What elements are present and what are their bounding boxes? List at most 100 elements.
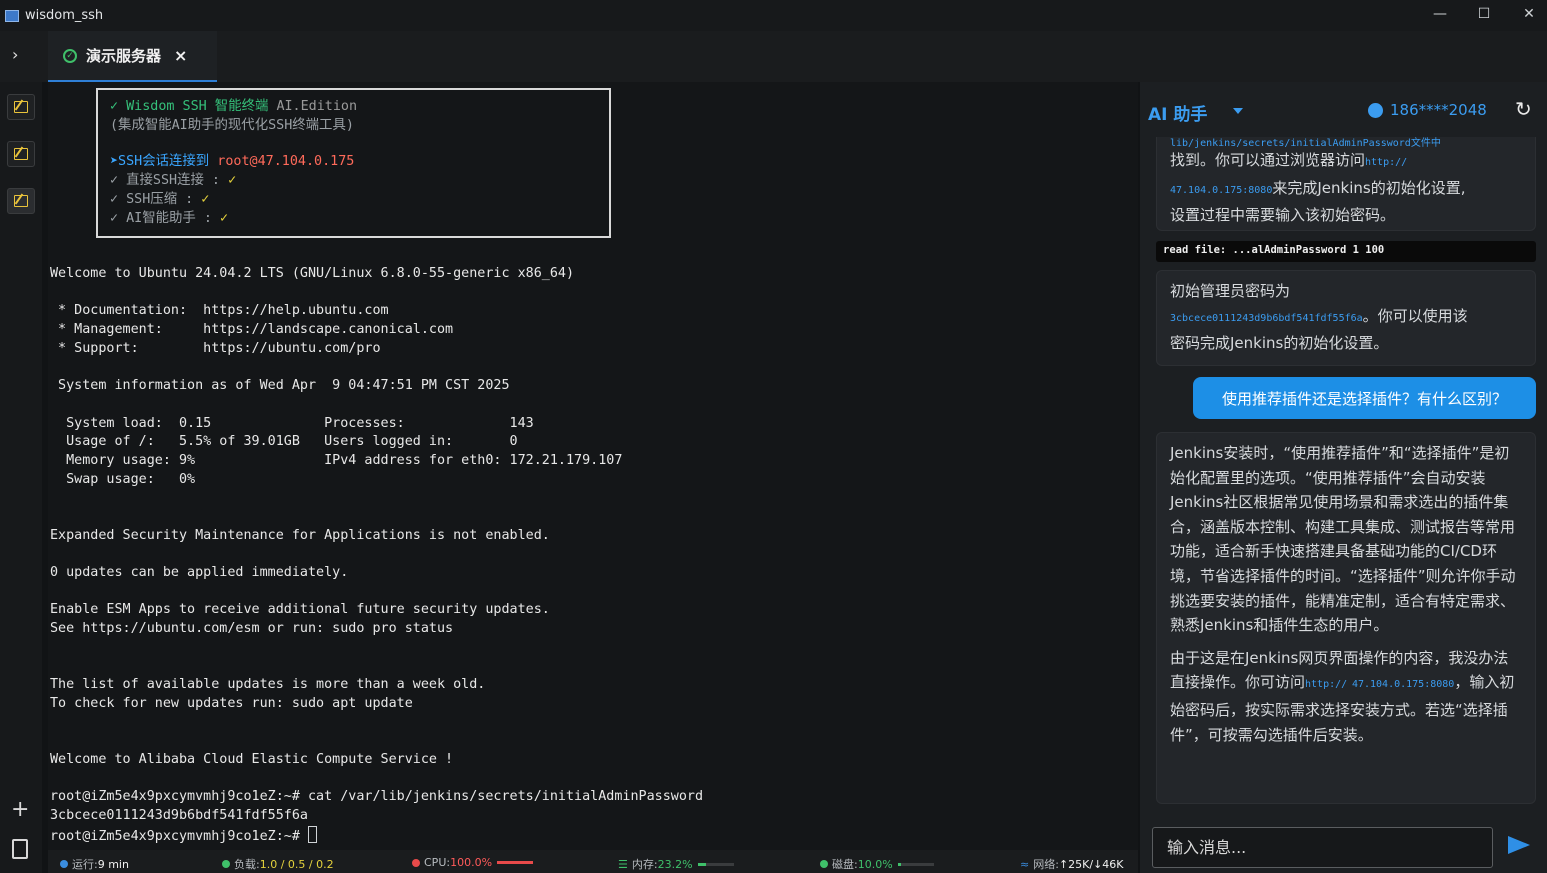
banner-session-host: root@47.104.0.175 bbox=[217, 154, 355, 170]
msg-link[interactable]: http:// bbox=[1365, 157, 1407, 168]
sidebar-session-button-1[interactable] bbox=[7, 94, 35, 120]
cpu-bar bbox=[497, 861, 534, 864]
status-network: ≈ 网络: ↑25K/↓46K bbox=[1020, 856, 1124, 872]
terminal-line: The list of available updates is more th… bbox=[50, 677, 486, 693]
terminal-line: Welcome to Ubuntu 24.04.2 LTS (GNU/Linux… bbox=[50, 266, 575, 281]
window-title: wisdom_ssh bbox=[25, 8, 104, 23]
app-icon bbox=[5, 9, 19, 22]
sidebar-session-button-3[interactable] bbox=[7, 188, 35, 214]
ai-title[interactable]: AI 助手 bbox=[1148, 100, 1207, 125]
cpu-value: 100.0% bbox=[450, 856, 493, 869]
add-session-icon[interactable]: + bbox=[11, 797, 29, 822]
uptime-value: 9 min bbox=[97, 857, 129, 871]
net-label: 网络: bbox=[1033, 858, 1059, 871]
disk-icon bbox=[820, 860, 828, 868]
close-window-button[interactable]: ✕ bbox=[1520, 5, 1538, 23]
assistant-message-2: 初始管理员密码为 3cbcece0111243d9b6bdf541fdf55f6… bbox=[1156, 270, 1536, 366]
terminal-line: System information as of Wed Apr 9 04:47… bbox=[50, 378, 510, 394]
tab-close-button[interactable]: × bbox=[174, 46, 187, 65]
banner-app-name: Wisdom SSH 智能终端 bbox=[126, 99, 269, 114]
terminal-line: * Support: https://ubuntu.com/pro bbox=[50, 340, 381, 356]
assistant-message-1: lib/jenkins/secrets/initialAdminPassword… bbox=[1156, 137, 1536, 231]
user-account[interactable]: 186****2048 bbox=[1368, 101, 1487, 119]
terminal-line: 0 updates can be applied immediately. bbox=[50, 565, 349, 580]
read-file-tool-call: read file: ...alAdminPassword 1 100 bbox=[1156, 241, 1536, 262]
status-uptime: 运行: 9 min bbox=[60, 856, 129, 872]
memory-icon: ☰ bbox=[618, 857, 628, 871]
terminal-icon bbox=[14, 195, 28, 207]
maximize-button[interactable]: ☐ bbox=[1475, 5, 1493, 23]
load-label: 负载: bbox=[234, 858, 260, 871]
terminal-line: Expanded Security Maintenance for Applic… bbox=[50, 527, 550, 543]
terminal-line: 3cbcece0111243d9b6bdf541fdf55f6a bbox=[50, 807, 308, 823]
msg-text: 。你可以使用该 bbox=[1362, 306, 1468, 325]
refresh-icon[interactable]: ↻ bbox=[1515, 97, 1532, 121]
status-load: 负载: 1.0 / 0.5 / 0.2 bbox=[222, 856, 334, 872]
disk-bar bbox=[897, 862, 934, 866]
banner-edition: AI.Edition bbox=[276, 99, 358, 114]
terminal-cursor bbox=[307, 825, 317, 843]
banner-feature-ai: ✓ AI智能助手 : bbox=[110, 210, 212, 226]
status-memory: ☰ 内存: 23.2% bbox=[618, 856, 734, 872]
gauge-icon bbox=[222, 860, 230, 868]
msg-text: 找到。你可以通过浏览器访问 bbox=[1170, 151, 1366, 169]
chevron-right-icon[interactable]: › bbox=[12, 45, 30, 67]
banner-check: ✓ bbox=[110, 99, 119, 114]
terminal-line: Swap usage: 0% bbox=[50, 471, 196, 487]
user-icon bbox=[1368, 102, 1383, 118]
send-icon[interactable] bbox=[1508, 836, 1530, 854]
download-icon[interactable] bbox=[12, 839, 28, 859]
load-value: 1.0 / 0.5 / 0.2 bbox=[259, 857, 334, 871]
chat-history[interactable]: lib/jenkins/secrets/initialAdminPassword… bbox=[1154, 137, 1538, 817]
banner-feature-compress: ✓ SSH压缩 : bbox=[110, 191, 194, 207]
msg-text: 来完成Jenkins的初始化设置, bbox=[1272, 178, 1466, 197]
terminal-line: * Management: https://landscape.canonica… bbox=[50, 322, 454, 338]
terminal-line: root@iZm5e4x9pxcymvmhj9co1eZ:~# cat /var… bbox=[50, 789, 704, 805]
tab-demo-server[interactable]: ✓ 演示服务器 × bbox=[48, 31, 217, 82]
terminal-line: System load: 0.15 Processes: 143 bbox=[50, 415, 534, 431]
disk-value: 10.0% bbox=[857, 857, 893, 871]
wifi-icon: ≈ bbox=[1020, 857, 1030, 871]
message-input[interactable] bbox=[1167, 828, 1478, 867]
terminal-line: Welcome to Alibaba Cloud Elastic Compute… bbox=[50, 751, 454, 767]
assistant-message-3: Jenkins安装时，“使用推荐插件”和“选择插件”是初始化配置里的选项。“使用… bbox=[1156, 432, 1536, 804]
terminal-icon bbox=[14, 101, 28, 113]
disk-label: 磁盘: bbox=[832, 858, 858, 871]
terminal-prompt-line[interactable]: root@iZm5e4x9pxcymvmhj9co1eZ:~# bbox=[50, 825, 703, 847]
caret-down-icon[interactable] bbox=[1233, 108, 1243, 114]
msg-paragraph: Jenkins安装时，“使用推荐插件”和“选择插件”是初始化配置里的选项。“使用… bbox=[1170, 444, 1516, 635]
msg-text: 设置过程中需要输入该初始密码。 bbox=[1170, 206, 1396, 225]
feature-check: ✓ bbox=[220, 210, 229, 226]
msg-link[interactable]: 47.104.0.175:8080 bbox=[1352, 679, 1454, 690]
terminal-line: Memory usage: 9% IPv4 address for eth0: … bbox=[50, 452, 623, 468]
welcome-banner: ✓ Wisdom SSH 智能终端 AI.Edition (集成智能AI助手的现… bbox=[96, 88, 611, 238]
msg-link[interactable]: http:// bbox=[1305, 679, 1347, 690]
cpu-label: CPU: bbox=[424, 856, 451, 869]
terminal[interactable]: ✓ Wisdom SSH 智能终端 AI.Edition (集成智能AI助手的现… bbox=[48, 82, 1138, 850]
sidebar-session-button-2[interactable] bbox=[7, 141, 35, 167]
mem-bar bbox=[697, 862, 734, 866]
tab-label: 演示服务器 bbox=[86, 47, 162, 65]
window-titlebar: wisdom_ssh — ☐ ✕ bbox=[0, 0, 1547, 31]
msg-link[interactable]: 47.104.0.175:8080 bbox=[1170, 185, 1272, 196]
feature-check: ✓ bbox=[228, 173, 237, 189]
net-value: ↑25K/↓46K bbox=[1058, 857, 1124, 871]
terminal-line: To check for new updates run: sudo apt u… bbox=[50, 695, 413, 711]
mem-value: 23.2% bbox=[657, 857, 693, 871]
minimize-button[interactable]: — bbox=[1431, 5, 1449, 23]
check-circle-icon: ✓ bbox=[63, 48, 77, 63]
terminal-line: Enable ESM Apps to receive additional fu… bbox=[50, 602, 550, 618]
msg-text: 初始管理员密码为 bbox=[1170, 282, 1291, 300]
terminal-icon bbox=[14, 148, 28, 160]
terminal-line: * Documentation: https://help.ubuntu.com bbox=[50, 303, 389, 319]
